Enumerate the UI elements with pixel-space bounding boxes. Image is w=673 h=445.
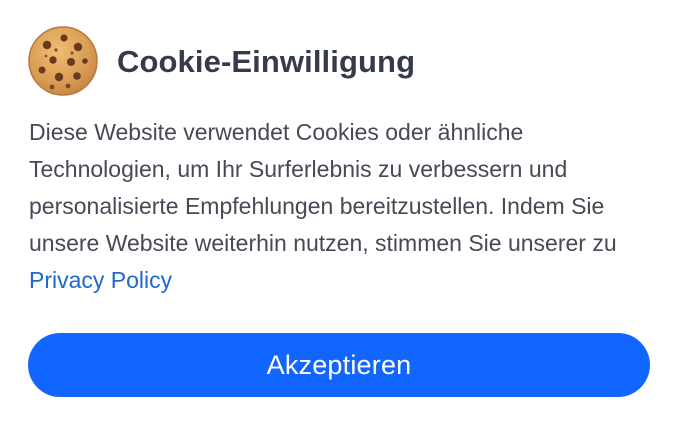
privacy-policy-link[interactable]: Privacy Policy xyxy=(29,267,172,293)
consent-message: Diese Website verwendet Cookies oder ähn… xyxy=(29,114,654,299)
cookie-icon xyxy=(28,26,98,96)
cookie-consent-dialog: Cookie-Einwilligung Diese Website verwen… xyxy=(0,0,673,445)
dialog-header: Cookie-Einwilligung xyxy=(28,26,415,96)
consent-message-text: Diese Website verwendet Cookies oder ähn… xyxy=(29,119,617,256)
dialog-title: Cookie-Einwilligung xyxy=(117,43,416,79)
accept-button[interactable]: Akzeptieren xyxy=(28,333,650,397)
